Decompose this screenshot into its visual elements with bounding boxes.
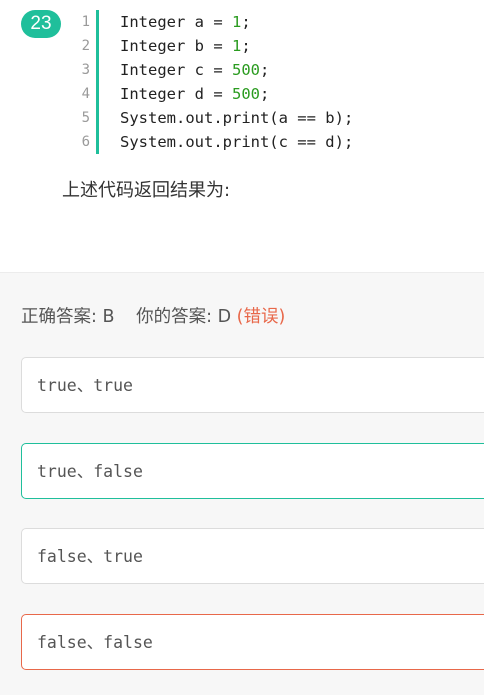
code-line: Integer a = 1; [120, 13, 251, 31]
line-number: 6 [81, 134, 90, 150]
option-text: true、false [37, 462, 143, 481]
code-line: Integer c = 500; [120, 61, 270, 79]
correct-answer-label: 正确答案: [21, 307, 97, 327]
answer-result: 正确答案: B 你的答案: D (错误) [21, 303, 285, 328]
code-block: 1 2 3 4 5 6 Integer a = 1; Integer b = 1… [72, 10, 392, 154]
question-text: 上述代码返回结果为: [62, 180, 231, 201]
line-number: 2 [81, 38, 90, 54]
option-c[interactable]: false、true [21, 528, 484, 584]
correct-answer-value: B [102, 307, 115, 327]
option-text: false、false [37, 633, 153, 652]
code-line: System.out.print(c == d); [120, 133, 354, 151]
line-number: 3 [81, 62, 90, 78]
your-answer-value: D [217, 307, 232, 327]
question-number-badge: 23 [21, 10, 61, 38]
option-a[interactable]: true、true [21, 357, 484, 413]
option-text: true、true [37, 376, 133, 395]
answer-status: (错误) [236, 307, 286, 327]
your-answer-label: 你的答案: [136, 307, 212, 327]
line-number: 1 [81, 14, 90, 30]
code-lines: Integer a = 1; Integer b = 1; Integer c … [120, 10, 353, 154]
option-b[interactable]: true、false [21, 443, 484, 499]
question-panel: 23 1 2 3 4 5 6 Integer a = 1; Integer b … [0, 0, 484, 272]
code-line: System.out.print(a == b); [120, 109, 354, 127]
line-number: 5 [81, 110, 90, 126]
answer-panel: 正确答案: B 你的答案: D (错误) true、true true、fals… [0, 272, 484, 695]
code-line: Integer b = 1; [120, 37, 251, 55]
line-number: 4 [81, 86, 90, 102]
line-number-gutter: 1 2 3 4 5 6 [72, 10, 99, 154]
option-d[interactable]: false、false [21, 614, 484, 670]
code-line: Integer d = 500; [120, 85, 270, 103]
option-text: false、true [37, 547, 143, 566]
